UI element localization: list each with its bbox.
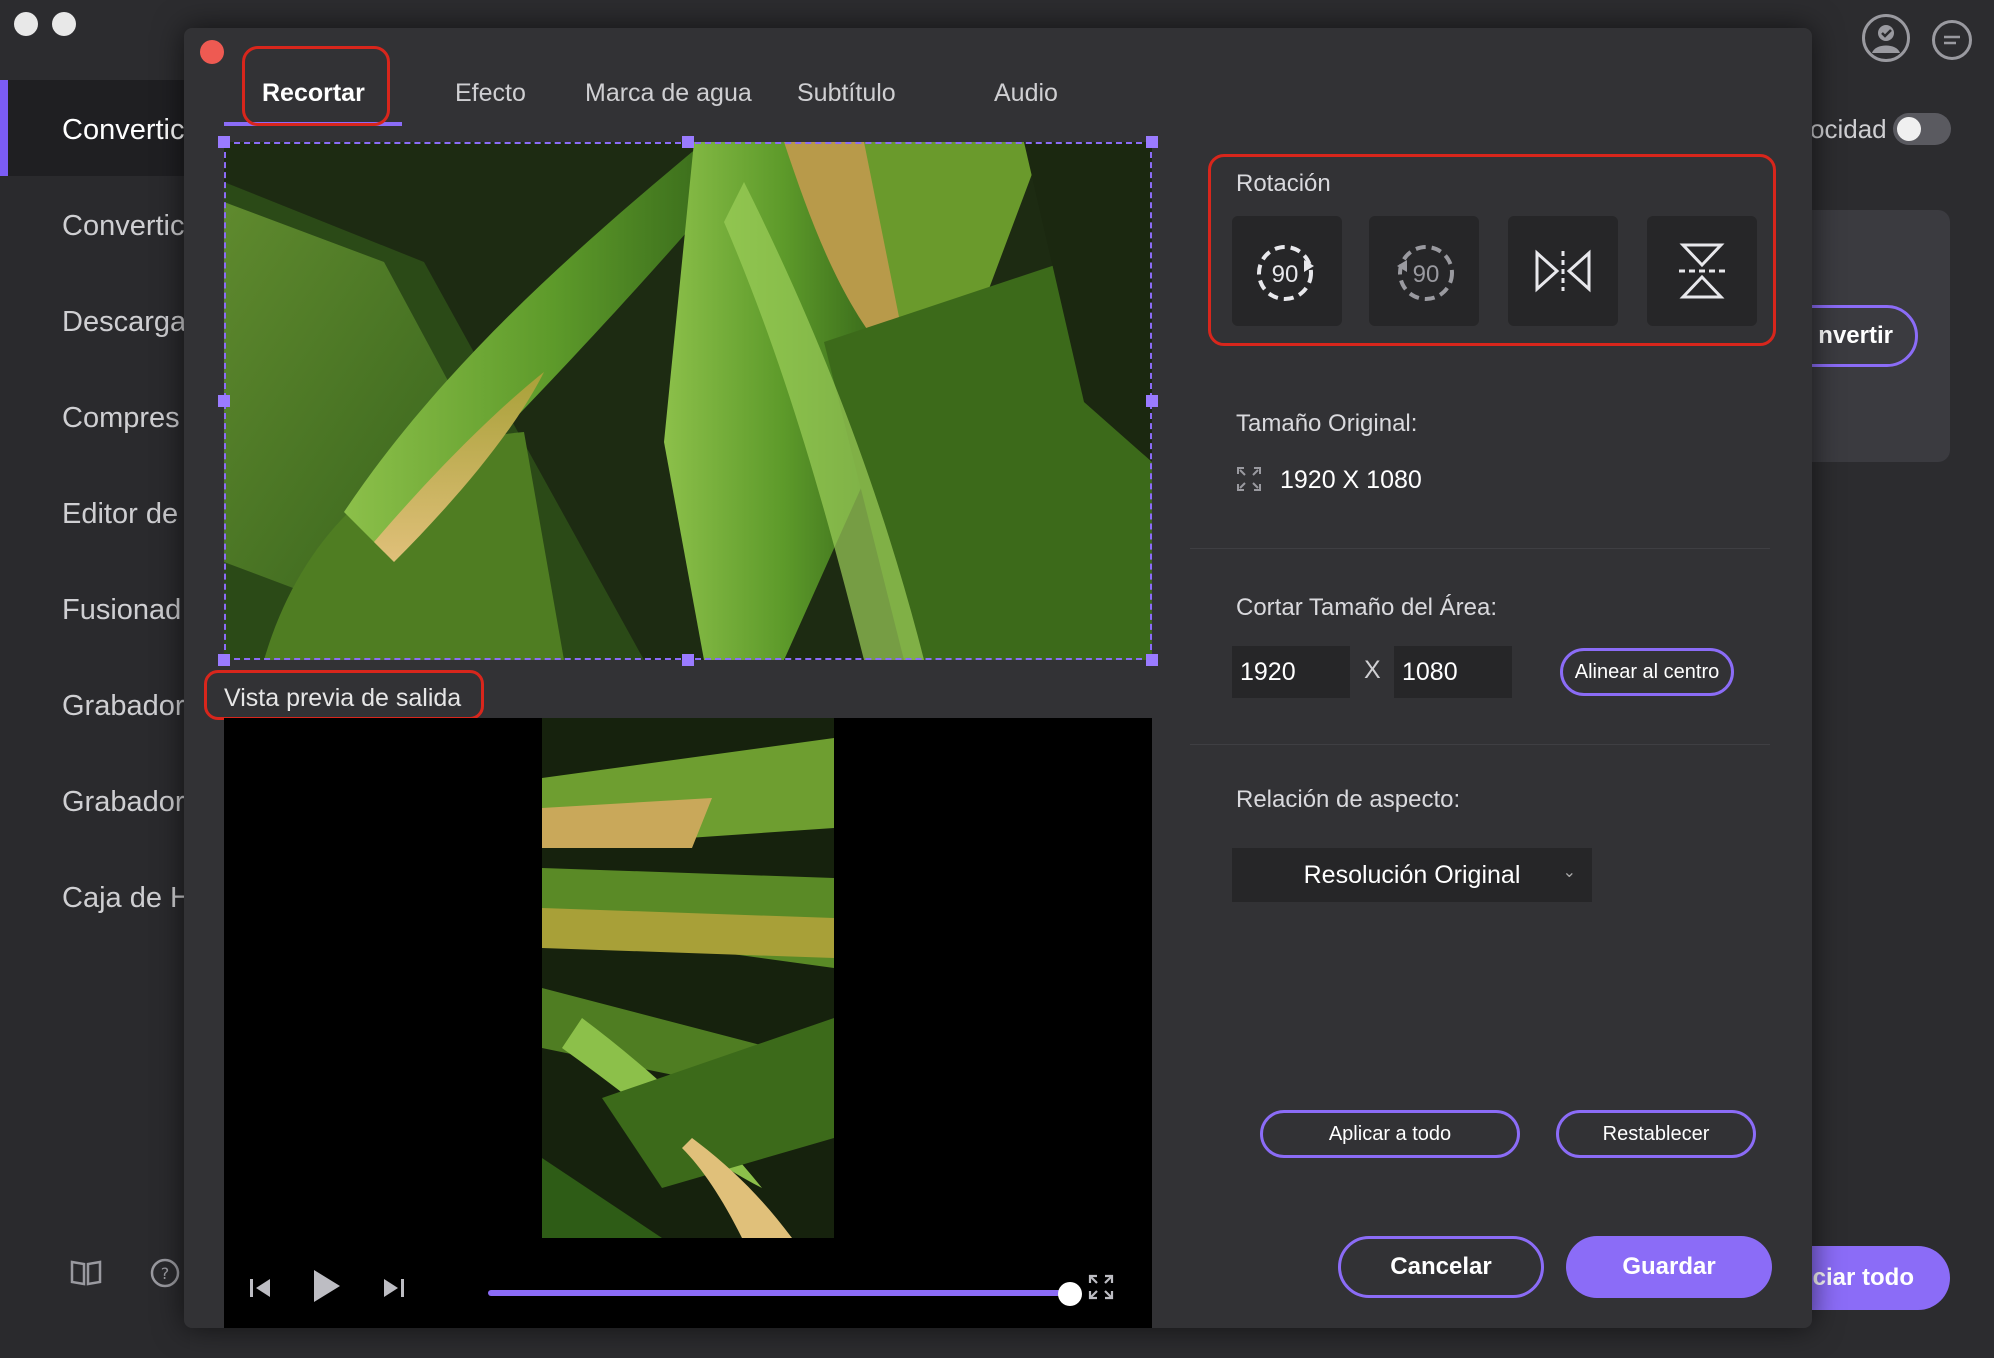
cancel-button[interactable]: Cancelar	[1338, 1236, 1544, 1298]
original-size-label: Tamaño Original:	[1236, 410, 1418, 437]
crop-handle-top[interactable]	[682, 136, 694, 148]
crop-handle-top-right[interactable]	[1146, 136, 1158, 148]
output-preview-area	[224, 718, 1152, 1328]
next-frame-icon[interactable]	[382, 1274, 406, 1308]
playback-progress-bar[interactable]	[488, 1290, 1070, 1296]
crop-width-input[interactable]: 1920	[1232, 646, 1350, 698]
aspect-ratio-select[interactable]: Resolución Original ⌄	[1232, 848, 1592, 902]
tab-subtitle[interactable]: Subtítulo	[797, 58, 896, 128]
chevron-down-icon: ⌄	[1562, 864, 1576, 881]
sidebar-item-recorder-2[interactable]: Grabador	[62, 786, 185, 819]
tab-watermark[interactable]: Marca de agua	[585, 58, 752, 128]
sidebar-item-downloader[interactable]: Descarga	[62, 306, 186, 339]
sidebar-item-merger[interactable]: Fusionad	[62, 594, 181, 627]
sidebar-item-converter-2[interactable]: Convertic	[62, 210, 185, 243]
annotation-box-tab	[242, 46, 390, 126]
dialog-close-button[interactable]	[200, 40, 224, 64]
window-close-dot[interactable]	[14, 12, 38, 36]
crop-handle-top-left[interactable]	[218, 136, 230, 148]
output-preview-image	[542, 718, 834, 1238]
speed-toggle[interactable]	[1893, 113, 1951, 145]
crop-dialog: Recortar Efecto Marca de agua Subtítulo …	[184, 28, 1812, 1328]
aspect-ratio-value: Resolución Original	[1303, 860, 1521, 889]
crop-height-input[interactable]: 1080	[1394, 646, 1512, 698]
sidebar-item-converter[interactable]: Convertic	[62, 114, 185, 147]
divider-1	[1190, 548, 1770, 549]
crop-area-label: Cortar Tamaño del Área:	[1236, 594, 1498, 621]
original-size-value: 1920 X 1080	[1280, 466, 1422, 494]
crop-handle-bottom-right[interactable]	[1146, 654, 1158, 666]
crop-handle-right[interactable]	[1146, 395, 1158, 407]
previous-frame-icon[interactable]	[248, 1274, 272, 1308]
sidebar-item-compressor[interactable]: Compres	[62, 402, 180, 435]
crop-handle-bottom[interactable]	[682, 654, 694, 666]
tab-audio[interactable]: Audio	[994, 58, 1058, 128]
speed-label: ocidad	[1810, 114, 1887, 144]
player-controls	[224, 1258, 1152, 1328]
book-icon[interactable]	[70, 1258, 102, 1293]
annotation-box-rotation	[1208, 154, 1776, 346]
crop-handle-bottom-left[interactable]	[218, 654, 230, 666]
resize-icon	[1236, 466, 1262, 497]
window-minimize-dot[interactable]	[52, 12, 76, 36]
chat-icon[interactable]	[1932, 20, 1972, 60]
annotation-box-output	[204, 670, 484, 720]
divider-2	[1190, 744, 1770, 745]
playback-progress-knob[interactable]	[1058, 1282, 1082, 1306]
fullscreen-icon[interactable]	[1088, 1274, 1114, 1308]
sidebar-item-recorder[interactable]: Grabador	[62, 690, 185, 723]
help-icon[interactable]: ?	[150, 1258, 180, 1295]
crop-handle-left[interactable]	[218, 395, 230, 407]
svg-text:?: ?	[161, 1264, 170, 1283]
tab-effect[interactable]: Efecto	[455, 58, 526, 128]
sidebar-active-indicator	[0, 80, 8, 176]
crop-frame[interactable]	[224, 142, 1152, 660]
align-center-button[interactable]: Alinear al centro	[1560, 648, 1734, 696]
sidebar-item-toolbox[interactable]: Caja de H	[62, 882, 191, 915]
sidebar-item-editor[interactable]: Editor de	[62, 498, 178, 531]
apply-to-all-button[interactable]: Aplicar a todo	[1260, 1110, 1520, 1158]
account-icon[interactable]	[1862, 14, 1910, 62]
reset-button[interactable]: Restablecer	[1556, 1110, 1756, 1158]
play-icon[interactable]	[310, 1268, 342, 1312]
crop-size-separator: X	[1364, 656, 1381, 684]
aspect-ratio-label: Relación de aspecto:	[1236, 786, 1461, 813]
save-button[interactable]: Guardar	[1566, 1236, 1772, 1298]
